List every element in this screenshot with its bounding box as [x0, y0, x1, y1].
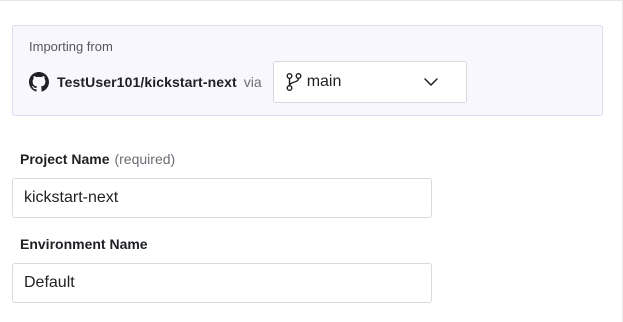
- repository-row: TestUser101/kickstart-next via main: [29, 61, 467, 103]
- chevron-down-icon: [423, 75, 439, 89]
- environment-name-label: Environment Name: [20, 236, 148, 252]
- project-name-label: Project Name (required): [20, 151, 175, 167]
- project-name-label-text: Project Name: [20, 151, 110, 167]
- branch-select[interactable]: main: [272, 61, 467, 103]
- git-branch-icon: [285, 72, 303, 92]
- required-note: (required): [114, 151, 176, 167]
- project-name-input[interactable]: [12, 178, 432, 218]
- github-icon: [29, 72, 49, 92]
- environment-name-label-text: Environment Name: [20, 236, 148, 252]
- importing-from-label: Importing from: [29, 39, 113, 54]
- via-label: via: [243, 74, 262, 90]
- environment-name-input[interactable]: [12, 263, 432, 303]
- top-divider: [0, 0, 623, 1]
- import-source-panel: Importing from TestUser101/kickstart-nex…: [12, 25, 603, 116]
- branch-value: main: [306, 73, 342, 90]
- repository-name: TestUser101/kickstart-next: [57, 74, 237, 90]
